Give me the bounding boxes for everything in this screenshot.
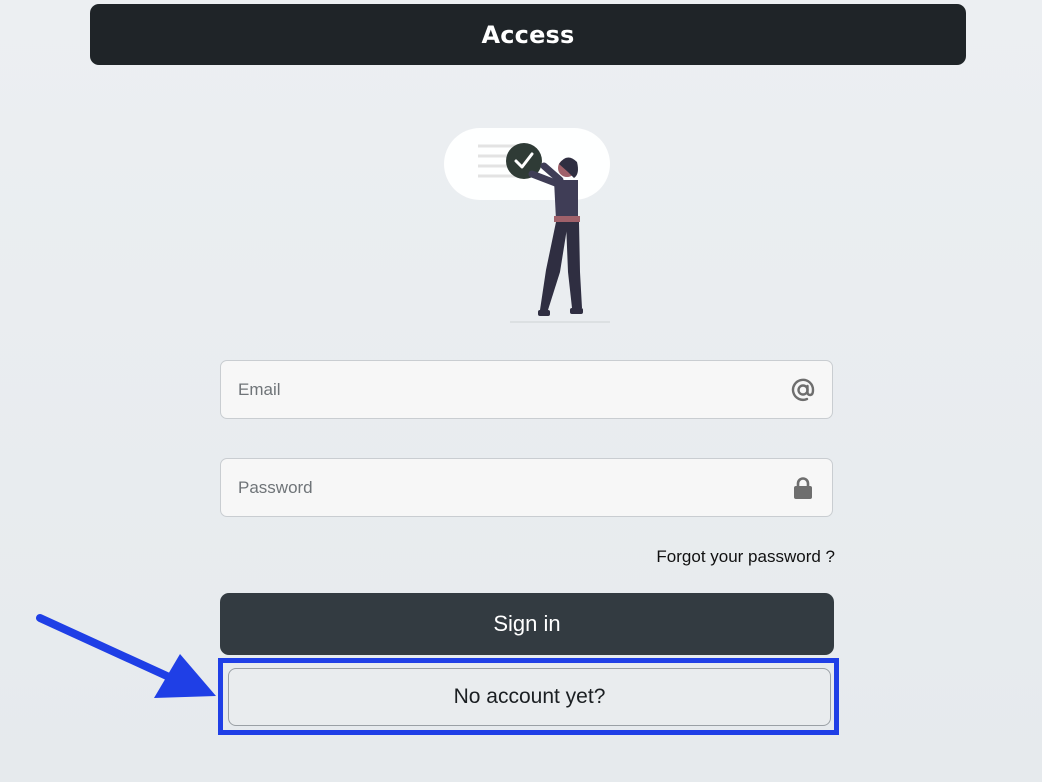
sign-in-button[interactable]: Sign in: [220, 593, 834, 655]
password-input[interactable]: [221, 459, 832, 516]
login-illustration: [444, 128, 610, 323]
page-title: Access: [481, 20, 575, 49]
password-field[interactable]: [220, 458, 833, 517]
page-header: Access: [90, 4, 966, 65]
lock-icon: [790, 475, 816, 501]
email-field[interactable]: [220, 360, 833, 419]
forgot-password-link[interactable]: Forgot your password ?: [656, 547, 835, 567]
email-input[interactable]: [221, 361, 832, 418]
at-sign-icon: [790, 377, 816, 403]
no-account-button[interactable]: No account yet?: [228, 668, 831, 726]
arrow-pointer-annotation: [36, 614, 216, 698]
